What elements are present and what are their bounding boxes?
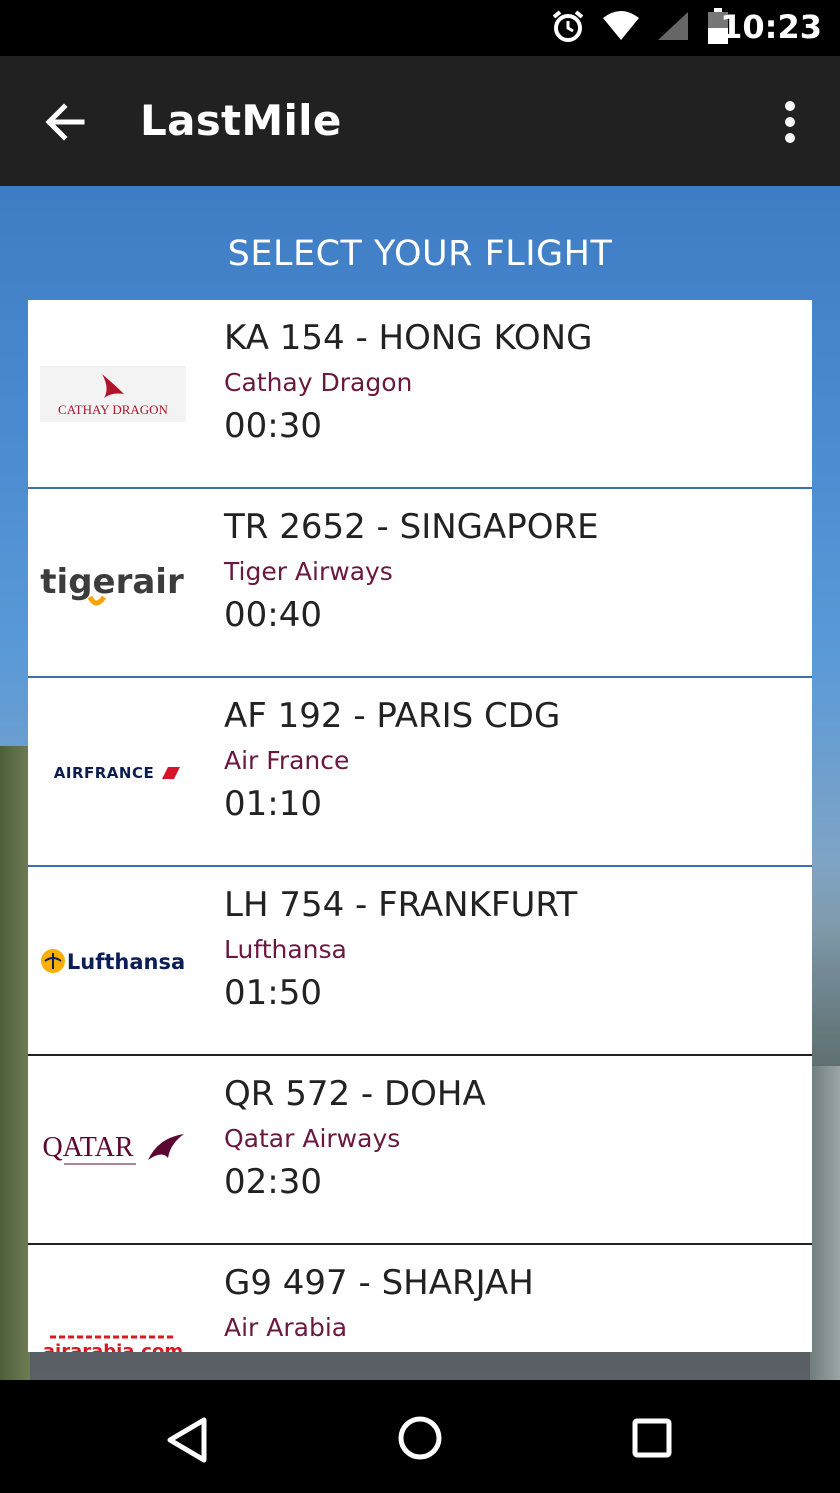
nav-home-button[interactable] — [390, 1410, 450, 1470]
flight-title: LH 754 - FRANKFURT — [224, 885, 578, 925]
flight-time: 00:30 — [224, 406, 322, 446]
more-vert-icon — [785, 101, 795, 143]
flight-list[interactable]: CATHAY DRAGON KA 154 - HONG KONG Cathay … — [28, 300, 812, 1352]
nav-recents-button[interactable] — [622, 1410, 682, 1470]
lufthansa-logo: Lufthansa — [40, 931, 186, 991]
page-heading: SELECT YOUR FLIGHT — [227, 234, 613, 274]
flight-card-af192[interactable]: AIRFRANCE AF 192 - PARIS CDG Air France … — [28, 678, 812, 867]
background-building-right — [810, 1066, 840, 1380]
svg-text:Lufthansa: Lufthansa — [67, 950, 185, 974]
airline-name: Lufthansa — [224, 935, 347, 964]
flight-time: 00:40 — [224, 595, 322, 635]
status-icons — [550, 8, 730, 49]
flight-card-g9497[interactable]: airarabia.com G9 497 - SHARJAH Air Arabi… — [28, 1245, 812, 1352]
svg-text:airarabia.com: airarabia.com — [43, 1341, 183, 1352]
flight-card-lh754[interactable]: Lufthansa LH 754 - FRANKFURT Lufthansa 0… — [28, 867, 812, 1056]
recents-square-icon — [632, 1418, 672, 1458]
system-nav-bar — [0, 1380, 840, 1493]
status-bar: 10:23 — [0, 0, 840, 56]
flight-title: AF 192 - PARIS CDG — [224, 696, 561, 736]
flight-title: TR 2652 - SINGAPORE — [224, 507, 599, 547]
wifi-icon — [602, 10, 640, 47]
flight-title: G9 497 - SHARJAH — [224, 1263, 534, 1303]
airline-name: Air France — [224, 746, 350, 775]
svg-text:AIRFRANCE: AIRFRANCE — [54, 764, 154, 782]
flight-time: 02:30 — [224, 1162, 322, 1202]
app-title: LastMile — [140, 96, 342, 145]
content-area: SELECT YOUR FLIGHT CATHAY DRAGON KA 154 … — [0, 186, 840, 1380]
cathay-dragon-logo: CATHAY DRAGON — [40, 364, 186, 424]
back-triangle-icon — [167, 1417, 207, 1463]
svg-text:CATHAY DRAGON: CATHAY DRAGON — [58, 402, 169, 417]
signal-icon — [656, 10, 690, 47]
air-arabia-logo: airarabia.com — [40, 1309, 186, 1352]
flight-card-qr572[interactable]: QATAR QR 572 - DOHA Qatar Airways 02:30 — [28, 1056, 812, 1245]
qatar-airways-logo: QATAR — [40, 1120, 186, 1180]
flight-time: 01:50 — [224, 973, 322, 1013]
alarm-icon — [550, 8, 586, 49]
airline-name: Cathay Dragon — [224, 368, 413, 397]
overflow-menu-button[interactable] — [770, 92, 810, 152]
svg-text:QATAR: QATAR — [42, 1132, 133, 1163]
flight-title: QR 572 - DOHA — [224, 1074, 486, 1114]
flight-time: 01:10 — [224, 784, 322, 824]
arrow-back-icon — [45, 103, 85, 141]
app-bar: LastMile — [0, 56, 840, 186]
svg-text:tigerair: tigerair — [40, 562, 184, 602]
back-button[interactable] — [36, 92, 96, 152]
air-france-logo: AIRFRANCE — [40, 742, 186, 802]
nav-back-button[interactable] — [158, 1410, 218, 1470]
tigerair-logo: tigerair — [40, 553, 186, 613]
airline-name: Tiger Airways — [224, 557, 393, 586]
airline-name: Air Arabia — [224, 1313, 348, 1342]
flight-card-tr2652[interactable]: tigerair TR 2652 - SINGAPORE Tiger Airwa… — [28, 489, 812, 678]
home-circle-icon — [398, 1416, 442, 1460]
flight-title: KA 154 - HONG KONG — [224, 318, 593, 358]
background-tree-left — [0, 746, 30, 1380]
airline-name: Qatar Airways — [224, 1124, 401, 1153]
status-time: 10:23 — [720, 8, 822, 46]
flight-card-ka154[interactable]: CATHAY DRAGON KA 154 - HONG KONG Cathay … — [28, 300, 812, 489]
